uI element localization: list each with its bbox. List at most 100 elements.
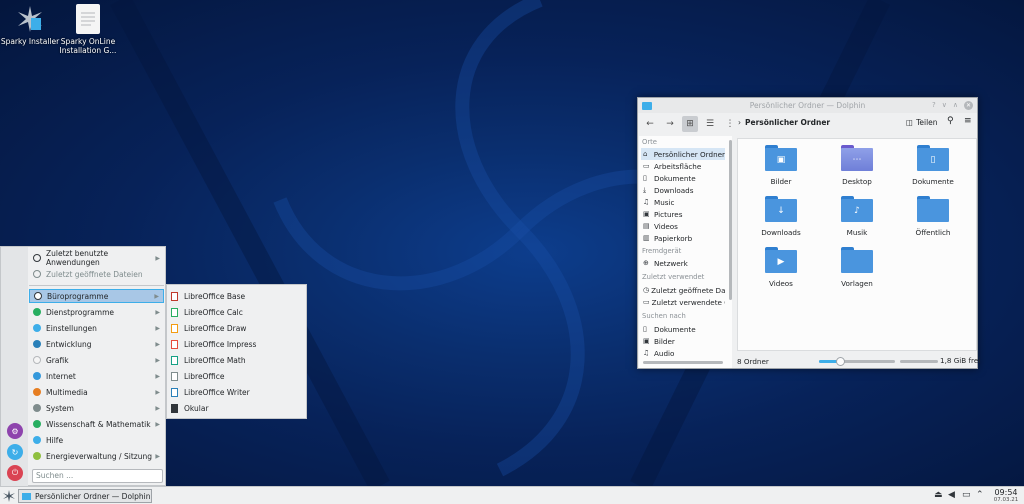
menu-item-development[interactable]: Entwicklung ▶ (29, 337, 164, 351)
places-scrollbar[interactable] (729, 140, 732, 300)
folder-item-dokumente[interactable]: ▯ Dokumente (898, 145, 968, 186)
menu-item-recent-files[interactable]: Zuletzt geöffnete Dateien (29, 267, 164, 281)
zoom-slider-handle[interactable] (836, 357, 846, 366)
clock[interactable]: 09:54 07.03.21 (990, 488, 1022, 503)
desktop-icon-sparky-installer[interactable]: Sparky Installer (0, 4, 60, 46)
pictures-folder-icon: ▣ (765, 145, 797, 171)
folder-item-desktop[interactable]: ⋯ Desktop (822, 145, 892, 186)
document-icon: ▯ (643, 174, 647, 182)
close-icon[interactable]: ✕ (964, 101, 973, 110)
chevron-right-icon: ▶ (155, 388, 160, 396)
application-launcher-icon[interactable] (2, 489, 16, 503)
settings-round-icon[interactable]: ⚙ (7, 423, 23, 439)
task-dolphin[interactable]: Persönlicher Ordner — Dolphin (18, 489, 152, 503)
compact-view-button[interactable]: ☰ (702, 116, 718, 132)
submenu-item-libreoffice-writer[interactable]: LibreOffice Writer (171, 385, 250, 399)
office-icon (34, 292, 42, 300)
menu-search-input[interactable]: Suchen ... (32, 469, 163, 483)
folder-item-oeffentlich[interactable]: Öffentlich (898, 196, 968, 237)
place-desktop[interactable]: ▭ Arbeitsfläche (641, 160, 725, 172)
folder-item-musik[interactable]: ♪ Musik (822, 196, 892, 237)
submenu-item-libreoffice-draw[interactable]: LibreOffice Draw (171, 321, 246, 335)
place-pictures[interactable]: ▣ Pictures (641, 208, 725, 220)
place-documents[interactable]: ▯ Dokumente (641, 172, 725, 184)
submenu-item-libreoffice-base[interactable]: LibreOffice Base (171, 289, 245, 303)
window-titlebar[interactable]: Persönlicher Ordner — Dolphin ? ∨ ∧ ✕ (638, 98, 977, 113)
submenu-item-libreoffice[interactable]: LibreOffice (171, 369, 224, 383)
volume-icon[interactable]: ◀ (948, 490, 955, 500)
installer-icon (16, 4, 44, 34)
split-button[interactable]: ◫ Teilen (906, 118, 938, 127)
place-music[interactable]: ♫ Music (641, 196, 725, 208)
search-images[interactable]: ▣ Bilder (641, 335, 725, 347)
icons-view-button[interactable]: ⊞ (682, 115, 698, 132)
internet-icon (33, 372, 41, 380)
folder-item-bilder[interactable]: ▣ Bilder (746, 145, 816, 186)
menu-item-science[interactable]: Wissenschaft & Mathematik ▶ (29, 417, 164, 431)
system-icon (33, 404, 41, 412)
menu-item-office[interactable]: Büroprogramme ▶ (29, 289, 164, 303)
menu-item-settings[interactable]: Einstellungen ▶ (29, 321, 164, 335)
folder-item-videos[interactable]: ▶ Videos (746, 247, 816, 288)
refresh-round-icon[interactable]: ↻ (7, 444, 23, 460)
place-home[interactable]: ⌂ Persönlicher Ordner (641, 148, 725, 160)
minimize-icon[interactable]: ∨ (942, 101, 947, 110)
menu-separator (29, 285, 164, 286)
zoom-slider[interactable] (819, 357, 895, 366)
help-icon (33, 436, 41, 444)
folder-icon (22, 492, 31, 500)
submenu-item-libreoffice-calc[interactable]: LibreOffice Calc (171, 305, 243, 319)
folder-item-downloads[interactable]: ↓ Downloads (746, 196, 816, 237)
clock-icon (33, 270, 41, 278)
search-header: Suchen nach (642, 312, 686, 320)
menu-item-graphics[interactable]: Grafik ▶ (29, 353, 164, 367)
folder-icon: ▭ (643, 298, 650, 306)
hamburger-menu-icon[interactable]: ≡ (964, 116, 972, 126)
power-icon (33, 452, 41, 460)
submenu-item-libreoffice-impress[interactable]: LibreOffice Impress (171, 337, 256, 351)
menu-item-help[interactable]: Hilfe (29, 433, 164, 447)
forward-button[interactable]: → (662, 116, 678, 132)
menu-item-recent-apps[interactable]: Zuletzt benutzte Anwendungen ▶ (29, 249, 164, 267)
place-network[interactable]: ⊕ Netzwerk (641, 257, 725, 269)
chevron-right-icon: ▶ (155, 324, 160, 332)
place-recent-locations[interactable]: ▭ Zuletzt verwendete Or (641, 296, 725, 308)
place-recent-files[interactable]: ◷ Zuletzt geöffnete Date (641, 284, 725, 296)
picture-icon: ▣ (643, 337, 650, 345)
places-horizontal-scrollbar[interactable] (643, 361, 723, 364)
usb-icon[interactable]: ⏏ (934, 490, 943, 500)
menu-item-label: Einstellungen (46, 323, 97, 333)
desktop-icon-sparky-online-installation[interactable]: Sparky OnLine Installation G... (58, 4, 118, 55)
libreoffice-writer-icon (171, 387, 178, 397)
chevron-right-icon: ▶ (155, 420, 160, 428)
place-downloads[interactable]: ⤓ Downloads (641, 184, 725, 196)
document-icon (74, 4, 102, 34)
power-round-icon[interactable]: ⏻ (7, 465, 23, 481)
place-trash[interactable]: ▥ Papierkorb (641, 232, 725, 244)
back-button[interactable]: ← (642, 116, 658, 132)
folder-item-vorlagen[interactable]: Vorlagen (822, 247, 892, 288)
menu-item-label: Zuletzt geöffnete Dateien (46, 269, 143, 279)
tray-expand-icon[interactable]: ⌃ (976, 490, 984, 500)
menu-item-power-session[interactable]: Energieverwaltung / Sitzung ▶ (29, 449, 164, 463)
menu-item-internet[interactable]: Internet ▶ (29, 369, 164, 383)
breadcrumb[interactable]: › Persönlicher Ordner (738, 118, 830, 127)
search-documents[interactable]: ▯ Dokumente (641, 323, 725, 335)
places-panel: Orte ⌂ Persönlicher Ordner ▭ Arbeitsfläche… (639, 136, 732, 368)
desktop-icon-label: Sparky OnLine Installation G... (59, 37, 117, 55)
maximize-icon[interactable]: ∧ (953, 101, 958, 110)
downloads-folder-icon: ↓ (765, 196, 797, 222)
menu-item-multimedia[interactable]: Multimedia ▶ (29, 385, 164, 399)
place-videos[interactable]: ▤ Videos (641, 220, 725, 232)
search-audio[interactable]: ♫ Audio (641, 347, 725, 359)
network-icon[interactable]: ▭ (962, 490, 971, 500)
chevron-right-icon: ▶ (155, 372, 160, 380)
submenu-item-okular[interactable]: Okular (171, 401, 209, 415)
menu-item-system[interactable]: System ▶ (29, 401, 164, 415)
details-view-button[interactable]: ⋮ (722, 116, 738, 132)
submenu-item-libreoffice-math[interactable]: LibreOffice Math (171, 353, 246, 367)
menu-item-utilities[interactable]: Dienstprogramme ▶ (29, 305, 164, 319)
menu-item-label: Wissenschaft & Mathematik (46, 419, 151, 429)
help-icon[interactable]: ? (932, 101, 936, 110)
search-icon[interactable]: ⚲ (947, 116, 954, 126)
